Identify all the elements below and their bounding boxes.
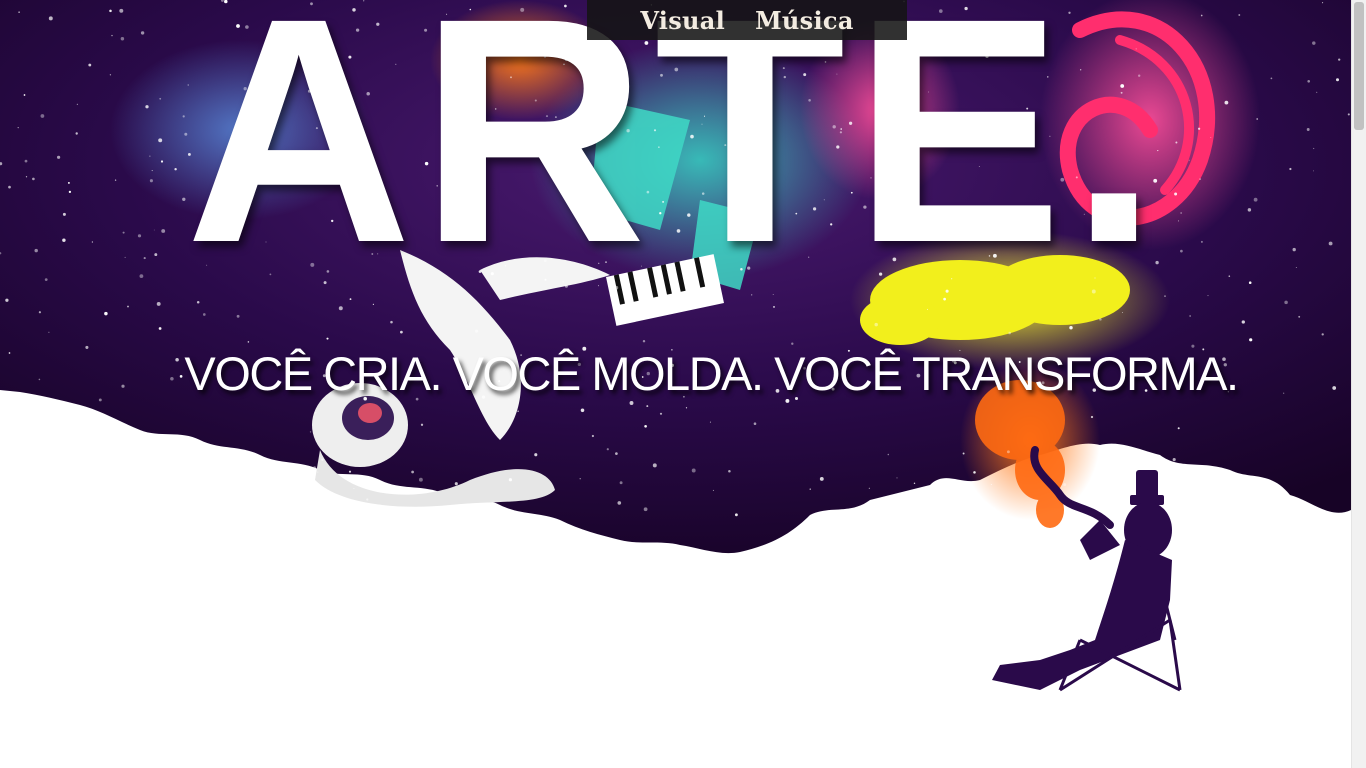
- scrollbar-thumb[interactable]: [1354, 2, 1364, 130]
- top-nav: Visual Música: [587, 0, 907, 40]
- hero-tagline: VOCÊ CRIA. VOCÊ MOLDA. VOCÊ TRANSFORMA.: [184, 347, 1239, 400]
- vertical-scrollbar[interactable]: [1351, 0, 1366, 768]
- nav-item-visual[interactable]: Visual: [640, 6, 725, 35]
- hero-title: ARTE.: [185, 0, 1166, 309]
- page-viewport: ARTE. VOCÊ CRIA. VOCÊ MOLDA. VOCÊ TRANSF…: [0, 0, 1351, 768]
- nav-item-musica[interactable]: Música: [755, 6, 854, 35]
